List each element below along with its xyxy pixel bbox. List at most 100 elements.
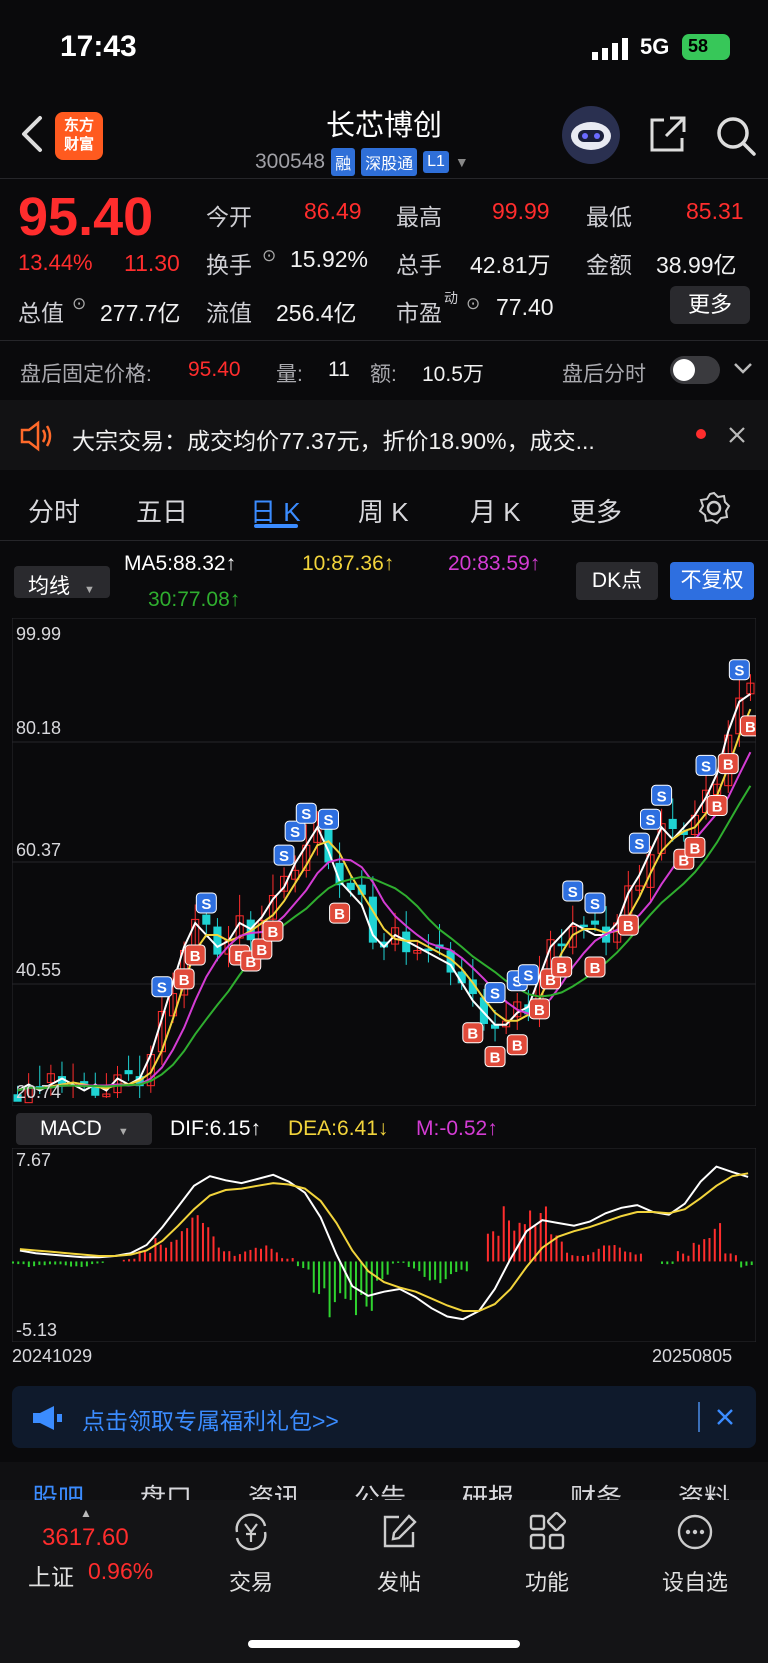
sell-signal-marker[interactable]: S [273, 844, 295, 866]
nav-trade[interactable]: 交易 [206, 1512, 296, 1597]
tab-announcements[interactable]: 公告 [354, 1478, 406, 1500]
nav-custom-watchlist[interactable]: 设自选 [650, 1512, 740, 1597]
buy-signal-marker[interactable]: B [506, 1034, 528, 1056]
buy-signal-marker[interactable]: B [706, 794, 728, 816]
period-tabs: 分时 五日 日 K 周 K 月 K 更多 [0, 474, 768, 540]
buy-signal-marker[interactable]: B [329, 902, 351, 924]
svg-text:S: S [523, 968, 533, 985]
more-dots-icon [677, 1514, 713, 1550]
index-change[interactable]: 0.96% [88, 1558, 153, 1585]
promo-text[interactable]: 点击领取专属福利礼包>> [82, 1402, 339, 1436]
candle-body [590, 920, 600, 925]
buy-signal-marker[interactable]: B [717, 753, 739, 775]
sell-signal-marker[interactable]: S [295, 802, 317, 824]
stock-code-row[interactable]: 300548 融 深股通 L1 ▼ [255, 148, 469, 176]
tab-more[interactable]: 更多 [570, 492, 622, 529]
dk-point-button[interactable]: DK点 [576, 562, 658, 600]
sell-signal-marker[interactable]: S [651, 784, 673, 806]
nav-post[interactable]: 发帖 [354, 1512, 444, 1597]
svg-text:B: B [268, 924, 279, 941]
buy-signal-marker[interactable]: B [484, 1046, 506, 1068]
svg-text:S: S [201, 896, 211, 913]
index-name[interactable]: 上证 [28, 1558, 74, 1592]
svg-text:S: S [279, 848, 289, 865]
index-value[interactable]: 3617.60 [42, 1524, 129, 1552]
search-icon[interactable] [714, 114, 758, 158]
sell-signal-marker[interactable]: S [484, 982, 506, 1004]
tab-research[interactable]: 研报 [462, 1478, 514, 1500]
info-icon[interactable]: ⊙ [262, 246, 276, 266]
after-hours-vol-label: 量: [276, 363, 303, 386]
stock-code: 300548 [255, 150, 326, 173]
robot-assistant-icon[interactable] [562, 106, 620, 164]
level-tag: L1 [423, 151, 449, 173]
dea-value: DEA:6.41↓ [288, 1117, 389, 1140]
tab-finance[interactable]: 财务 [570, 1478, 622, 1500]
battery-icon: 58 [682, 34, 730, 60]
caret-down-icon: ▼ [84, 584, 95, 596]
kline-chart[interactable]: SSSSSSSSSSSSSSSSBBBBBBBBBBBBBBBBBBBBB [12, 618, 756, 1106]
after-hours-price: 95.40 [188, 358, 241, 381]
ma5-line [17, 693, 751, 1092]
buy-signal-marker[interactable]: B [584, 956, 606, 978]
svg-text:S: S [290, 824, 300, 841]
buy-signal-marker[interactable]: B [617, 914, 639, 936]
buy-signal-marker[interactable]: B [262, 920, 284, 942]
tab-orderbook[interactable]: 盘口 [140, 1478, 192, 1500]
buy-signal-marker[interactable]: B [251, 938, 273, 960]
buy-signal-marker[interactable]: B [528, 998, 550, 1020]
after-hours-toggle[interactable] [670, 356, 720, 384]
indicator-select[interactable]: 均线 ▼ [14, 566, 110, 598]
sell-signal-marker[interactable]: S [728, 659, 750, 681]
macd-chart[interactable] [12, 1148, 756, 1342]
grid-icon [529, 1511, 567, 1550]
buy-signal-marker[interactable]: B [173, 968, 195, 990]
candle-body [557, 943, 566, 947]
tab-profile[interactable]: 资料 [678, 1478, 730, 1500]
sell-signal-marker[interactable]: S [317, 808, 339, 830]
info-icon[interactable]: ⊙ [72, 294, 86, 314]
buy-signal-marker[interactable]: B [462, 1022, 484, 1044]
high-value: 99.99 [492, 198, 550, 224]
sell-signal-marker[interactable]: S [195, 892, 217, 914]
close-icon[interactable] [728, 426, 746, 444]
close-icon[interactable] [716, 1408, 734, 1426]
candle-body [91, 1087, 100, 1096]
more-quote-button[interactable]: 更多 [670, 286, 750, 324]
after-hours-row: 盘后固定价格: 95.40 量: 11 额: 10.5万 盘后分时 [0, 340, 768, 398]
tab-forum[interactable]: 股吧 [32, 1478, 84, 1500]
buy-signal-marker[interactable]: B [684, 836, 706, 858]
sell-signal-marker[interactable]: S [584, 892, 606, 914]
share-icon[interactable] [648, 114, 688, 154]
buy-signal-marker[interactable]: B [184, 944, 206, 966]
news-text[interactable]: 大宗交易：成交均价77.37元，折价18.90%，成交... [72, 422, 682, 456]
tab-five-day[interactable]: 五日 [136, 492, 188, 529]
nav-functions[interactable]: 功能 [502, 1511, 592, 1597]
svg-text:B: B [623, 918, 634, 935]
tab-news[interactable]: 资讯 [248, 1478, 300, 1500]
dif-value: DIF:6.15↑ [170, 1117, 262, 1140]
sell-signal-marker[interactable]: S [640, 808, 662, 830]
tab-monthly-k[interactable]: 月 K [470, 492, 521, 529]
ma10-line [17, 708, 752, 1092]
svg-text:B: B [179, 972, 190, 989]
adjust-button[interactable]: 不复权 [670, 562, 754, 600]
sell-signal-marker[interactable]: S [517, 964, 539, 986]
float-value: 256.4亿 [276, 300, 357, 326]
chevron-down-icon[interactable] [732, 360, 754, 376]
gear-icon[interactable] [696, 490, 732, 526]
tab-intraday[interactable]: 分时 [28, 492, 80, 529]
tab-weekly-k[interactable]: 周 K [358, 492, 409, 529]
sell-signal-marker[interactable]: S [695, 754, 717, 776]
sell-signal-marker[interactable]: S [562, 880, 584, 902]
macd-select[interactable]: MACD ▼ [16, 1113, 152, 1145]
sell-signal-marker[interactable]: S [151, 976, 173, 998]
sell-signal-marker[interactable]: S [284, 820, 306, 842]
macd-y-tick: 7.67 [16, 1150, 52, 1170]
svg-text:B: B [690, 840, 701, 857]
buy-signal-marker[interactable]: B [739, 715, 756, 737]
sell-signal-marker[interactable]: S [628, 832, 650, 854]
info-icon[interactable]: ⊙ [466, 294, 480, 314]
buy-signal-marker[interactable]: B [551, 956, 573, 978]
svg-text:B: B [556, 960, 567, 977]
